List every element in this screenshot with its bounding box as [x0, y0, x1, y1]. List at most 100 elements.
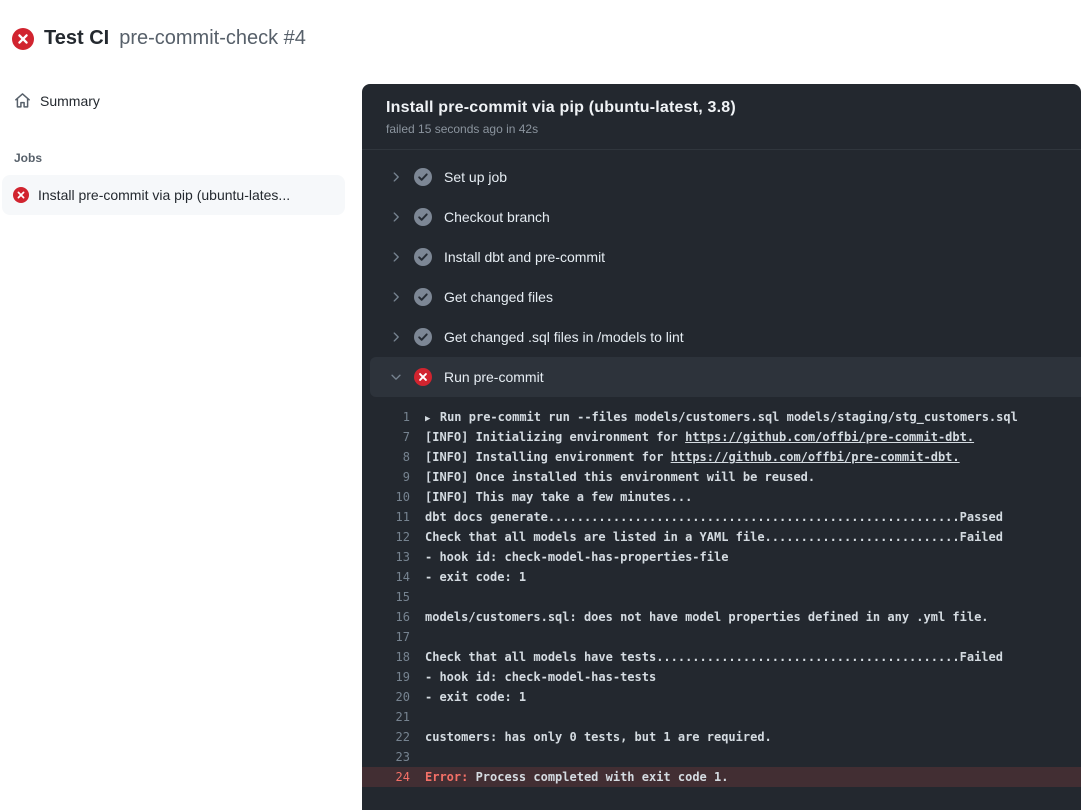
log-line-text: - hook id: check-model-has-properties-fi… — [425, 547, 728, 567]
log-link[interactable]: https://github.com/offbi/pre-commit-dbt. — [685, 430, 974, 444]
job-title: Install pre-commit via pip (ubuntu-lates… — [386, 99, 1057, 117]
log-text-segment: [INFO] Initializing environment for — [425, 430, 685, 444]
log-line-text: customers: has only 0 tests, but 1 are r… — [425, 727, 772, 747]
run-header: Test CI pre-commit-check #4 — [0, 0, 1081, 84]
log-line-number[interactable]: 22 — [362, 727, 425, 747]
step-status-icon — [414, 168, 432, 186]
step-row[interactable]: Get changed files — [362, 277, 1081, 317]
log-line-number[interactable]: 24 — [362, 767, 425, 787]
log-line: 7[INFO] Initializing environment for htt… — [362, 427, 1081, 447]
log-line-number[interactable]: 20 — [362, 687, 425, 707]
chevron-right-icon — [389, 290, 403, 304]
log-line-number[interactable]: 19 — [362, 667, 425, 687]
step-label: Get changed .sql files in /models to lin… — [444, 329, 684, 345]
log-line: 23 — [362, 747, 1081, 767]
log-text-segment: - exit code: 1 — [425, 570, 526, 584]
log-line: 10[INFO] This may take a few minutes... — [362, 487, 1081, 507]
failure-icon — [13, 187, 29, 203]
step-label: Install dbt and pre-commit — [444, 249, 605, 265]
log-line-text: [INFO] Installing environment for https:… — [425, 447, 960, 467]
step-row[interactable]: Run pre-commit — [370, 357, 1081, 397]
log-line: 12Check that all models are listed in a … — [362, 527, 1081, 547]
log-line-number[interactable]: 11 — [362, 507, 425, 527]
log-text-segment: Check that all models are listed in a YA… — [425, 530, 1003, 544]
step-label: Set up job — [444, 169, 507, 185]
failure-icon — [414, 368, 432, 386]
log-line-number[interactable]: 18 — [362, 647, 425, 667]
log-line-text: - exit code: 1 — [425, 687, 526, 707]
log-link[interactable]: https://github.com/offbi/pre-commit-dbt. — [671, 450, 960, 464]
log-line-number[interactable]: 10 — [362, 487, 425, 507]
log-line: 1▶ Run pre-commit run --files models/cus… — [362, 407, 1081, 427]
log-text-segment: - exit code: 1 — [425, 690, 526, 704]
step-status-icon — [414, 208, 432, 226]
log-text-segment: Run pre-commit run --files models/custom… — [440, 410, 1018, 424]
log-text-segment: [INFO] This may take a few minutes... — [425, 490, 692, 504]
step-status-icon — [414, 288, 432, 306]
log-line: 13- hook id: check-model-has-properties-… — [362, 547, 1081, 567]
log-text-segment: - hook id: check-model-has-properties-fi… — [425, 550, 728, 564]
chevron-right-icon — [389, 170, 403, 184]
log-line-number[interactable]: 8 — [362, 447, 425, 467]
log-line-text: dbt docs generate.......................… — [425, 507, 1003, 527]
log-text-segment: [INFO] Installing environment for — [425, 450, 671, 464]
log-line-number[interactable]: 1 — [362, 407, 425, 427]
summary-label: Summary — [40, 93, 100, 109]
step-row[interactable]: Get changed .sql files in /models to lin… — [362, 317, 1081, 357]
log-line-text: - hook id: check-model-has-tests — [425, 667, 656, 687]
log-text-segment: [INFO] Once installed this environment w… — [425, 470, 815, 484]
log-line-number[interactable]: 16 — [362, 607, 425, 627]
log-line-number[interactable]: 14 — [362, 567, 425, 587]
log-line: 16models/customers.sql: does not have mo… — [362, 607, 1081, 627]
log-line-number[interactable]: 21 — [362, 707, 425, 727]
log-line-text: [INFO] Once installed this environment w… — [425, 467, 815, 487]
sidebar-job-item[interactable]: Install pre-commit via pip (ubuntu-lates… — [2, 175, 345, 215]
log-line-text: Error: Process completed with exit code … — [425, 767, 728, 787]
step-row[interactable]: Set up job — [362, 157, 1081, 197]
run-failure-icon — [12, 28, 34, 50]
step-status-icon — [414, 248, 432, 266]
step-row[interactable]: Install dbt and pre-commit — [362, 237, 1081, 277]
log-line: 19- hook id: check-model-has-tests — [362, 667, 1081, 687]
chevron-down-icon — [389, 370, 403, 384]
log-line-number[interactable]: 15 — [362, 587, 425, 607]
sidebar-item-summary[interactable]: Summary — [0, 84, 362, 117]
log-line: 9[INFO] Once installed this environment … — [362, 467, 1081, 487]
chevron-right-icon — [389, 210, 403, 224]
log-line-number[interactable]: 23 — [362, 747, 425, 767]
log-line-text: Check that all models are listed in a YA… — [425, 527, 1003, 547]
log-line-text: ▶ Run pre-commit run --files models/cust… — [425, 407, 1018, 427]
log-line: 14- exit code: 1 — [362, 567, 1081, 587]
workflow-name: Test CI — [44, 27, 109, 50]
log-line-text: [INFO] This may take a few minutes... — [425, 487, 692, 507]
log-text-segment: Check that all models have tests........… — [425, 650, 1003, 664]
step-status-icon — [414, 368, 432, 386]
job-log-panel: Install pre-commit via pip (ubuntu-lates… — [362, 84, 1081, 810]
log-line: 24Error: Process completed with exit cod… — [362, 767, 1081, 787]
log-line: 17 — [362, 627, 1081, 647]
log-line-number[interactable]: 12 — [362, 527, 425, 547]
step-label: Run pre-commit — [444, 369, 544, 385]
log-line: 20- exit code: 1 — [362, 687, 1081, 707]
log-line-number[interactable]: 7 — [362, 427, 425, 447]
job-header: Install pre-commit via pip (ubuntu-lates… — [362, 84, 1081, 150]
group-toggle-icon[interactable]: ▶ — [425, 414, 440, 424]
jobs-list: Install pre-commit via pip (ubuntu-lates… — [0, 175, 362, 215]
job-status-text: failed 15 seconds ago in 42s — [386, 122, 1057, 136]
log-line-number[interactable]: 17 — [362, 627, 425, 647]
job-label: Install pre-commit via pip (ubuntu-lates… — [38, 187, 290, 203]
log-line-number[interactable]: 9 — [362, 467, 425, 487]
log-line-text: Check that all models have tests........… — [425, 647, 1003, 667]
sidebar: Summary Jobs Install pre-commit via pip … — [0, 84, 362, 810]
log-line: 21 — [362, 707, 1081, 727]
log-line: 15 — [362, 587, 1081, 607]
log-line: 11dbt docs generate.....................… — [362, 507, 1081, 527]
home-icon — [14, 92, 31, 109]
log-text-segment: Process completed with exit code 1. — [468, 770, 728, 784]
step-row[interactable]: Checkout branch — [362, 197, 1081, 237]
log-line: 22customers: has only 0 tests, but 1 are… — [362, 727, 1081, 747]
chevron-right-icon — [389, 330, 403, 344]
jobs-heading: Jobs — [0, 117, 362, 175]
log-line-number[interactable]: 13 — [362, 547, 425, 567]
log-line-text: [INFO] Initializing environment for http… — [425, 427, 974, 447]
